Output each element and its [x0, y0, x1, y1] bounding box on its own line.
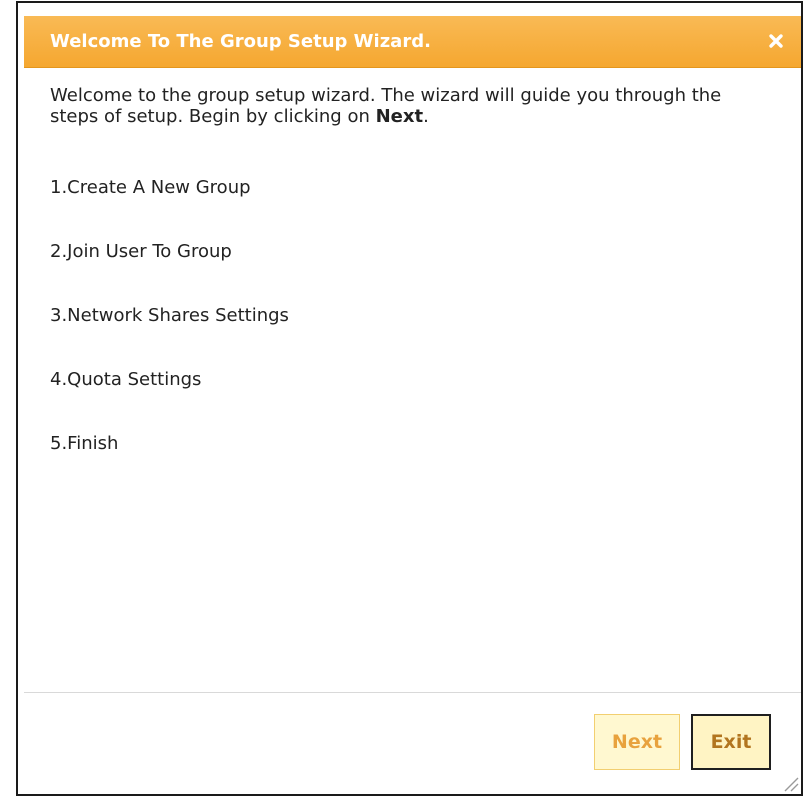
group-setup-wizard-dialog: Welcome To The Group Setup Wizard. Welco…	[16, 1, 803, 796]
wizard-step-finish: 5.Finish	[50, 433, 119, 454]
intro-next-emphasis: Next	[375, 106, 424, 127]
intro-text-end: .	[423, 106, 429, 127]
wizard-step-quota-settings: 4.Quota Settings	[50, 369, 202, 390]
wizard-step-network-shares: 3.Network Shares Settings	[50, 305, 289, 326]
footer-divider	[24, 692, 801, 693]
dialog-title: Welcome To The Group Setup Wizard.	[50, 31, 431, 52]
next-button[interactable]: Next	[594, 714, 680, 770]
wizard-step-join-user: 2.Join User To Group	[50, 241, 232, 262]
close-button[interactable]	[761, 26, 791, 56]
exit-button[interactable]: Exit	[691, 714, 771, 770]
dialog-titlebar[interactable]: Welcome To The Group Setup Wizard.	[24, 16, 801, 68]
intro-text: Welcome to the group setup wizard. The w…	[50, 85, 770, 127]
wizard-step-create-group: 1.Create A New Group	[50, 177, 251, 198]
close-icon	[769, 34, 783, 48]
resize-grip-icon[interactable]	[779, 772, 799, 792]
wizard-steps-list: 1.Create A New Group 2.Join User To Grou…	[50, 176, 289, 496]
